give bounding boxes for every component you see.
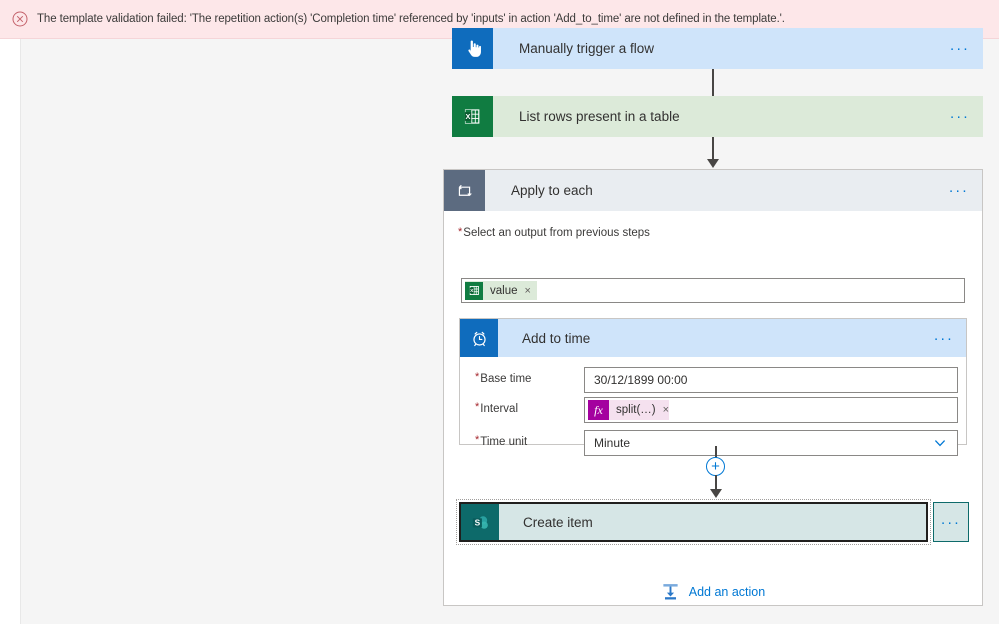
apply-to-each-title: Apply to each — [511, 183, 593, 198]
required-marker: * — [458, 226, 463, 238]
create-item-title: Create item — [523, 514, 593, 530]
error-message: The template validation failed: 'The rep… — [37, 13, 785, 25]
flow-card-add-to-time: Add to time ... *Base time 30/12/1899 00… — [459, 318, 967, 456]
form-row-interval: *Interval fx split(…) × — [460, 397, 966, 427]
select-output-label: *Select an output from previous steps — [458, 226, 650, 240]
base-time-label: *Base time — [475, 372, 531, 386]
time-unit-label-text: Time unit — [480, 436, 528, 448]
connector-line-2 — [712, 137, 714, 161]
time-unit-value: Minute — [594, 436, 631, 450]
interval-input[interactable]: fx split(…) × — [584, 397, 958, 423]
flow-card-create-item[interactable]: S Create item — [456, 499, 931, 545]
token-remove-icon[interactable]: × — [663, 404, 669, 416]
left-gutter — [0, 39, 21, 624]
sharepoint-icon: S — [461, 504, 499, 540]
base-time-value: 30/12/1899 00:00 — [594, 373, 688, 387]
scope-apply-to-each: Apply to each ... *Select an output from… — [443, 169, 983, 606]
svg-text:X: X — [466, 112, 471, 121]
fx-icon: fx — [588, 400, 609, 420]
alarm-clock-icon — [460, 319, 498, 357]
flow-card-title: List rows present in a table — [519, 109, 680, 124]
svg-text:S: S — [474, 517, 480, 527]
token-remove-icon[interactable]: × — [525, 285, 531, 297]
token-split-expression[interactable]: fx split(…) × — [588, 400, 670, 420]
card-overflow-menu[interactable]: ... — [933, 502, 969, 542]
card-overflow-menu[interactable]: ... — [922, 319, 966, 357]
select-output-label-text: Select an output from previous steps — [463, 227, 650, 239]
base-time-label-text: Base time — [480, 373, 532, 385]
base-time-input[interactable]: 30/12/1899 00:00 — [584, 367, 958, 393]
excel-icon: X — [452, 96, 493, 137]
excel-icon: X — [465, 281, 483, 300]
flow-card-title: Manually trigger a flow — [519, 41, 655, 56]
add-to-time-header[interactable]: Add to time ... — [460, 319, 966, 357]
connector-arrow-2 — [707, 159, 719, 168]
form-row-base-time: *Base time 30/12/1899 00:00 — [460, 367, 966, 397]
select-output-input[interactable]: X value × — [461, 278, 965, 303]
plus-circle-icon[interactable]: + — [706, 457, 725, 476]
card-overflow-menu[interactable]: ... — [936, 170, 982, 211]
interval-label: *Interval — [475, 402, 518, 416]
add-an-action-button[interactable]: Add an action — [444, 582, 982, 601]
time-unit-dropdown[interactable]: Minute — [584, 430, 958, 456]
card-overflow-menu[interactable]: ... — [937, 96, 983, 137]
token-label: value — [490, 284, 518, 297]
form-row-time-unit: *Time unit Minute — [460, 430, 966, 460]
flow-canvas: Manually trigger a flow ... X List rows … — [0, 28, 999, 624]
flow-card-list-rows[interactable]: X List rows present in a table ... — [452, 96, 983, 137]
required-marker: * — [475, 401, 480, 413]
apply-to-each-header[interactable]: Apply to each ... — [444, 170, 982, 211]
time-unit-label: *Time unit — [475, 435, 527, 449]
add-to-time-title: Add to time — [522, 330, 591, 346]
manual-trigger-hand-icon — [452, 28, 493, 69]
token-label: split(…) — [616, 404, 656, 416]
interval-label-text: Interval — [480, 403, 518, 415]
error-circle-icon — [12, 11, 28, 27]
loop-repeat-icon — [444, 170, 485, 211]
add-an-action-label: Add an action — [688, 584, 766, 599]
chevron-down-icon[interactable] — [934, 437, 946, 449]
flow-card-manually-trigger[interactable]: Manually trigger a flow ... — [452, 28, 983, 69]
token-value[interactable]: X value × — [465, 281, 537, 300]
add-action-icon — [661, 582, 680, 601]
card-overflow-menu[interactable]: ... — [937, 28, 983, 69]
required-marker: * — [475, 371, 480, 383]
required-marker: * — [475, 434, 480, 446]
connector-arrow-3 — [710, 489, 722, 498]
